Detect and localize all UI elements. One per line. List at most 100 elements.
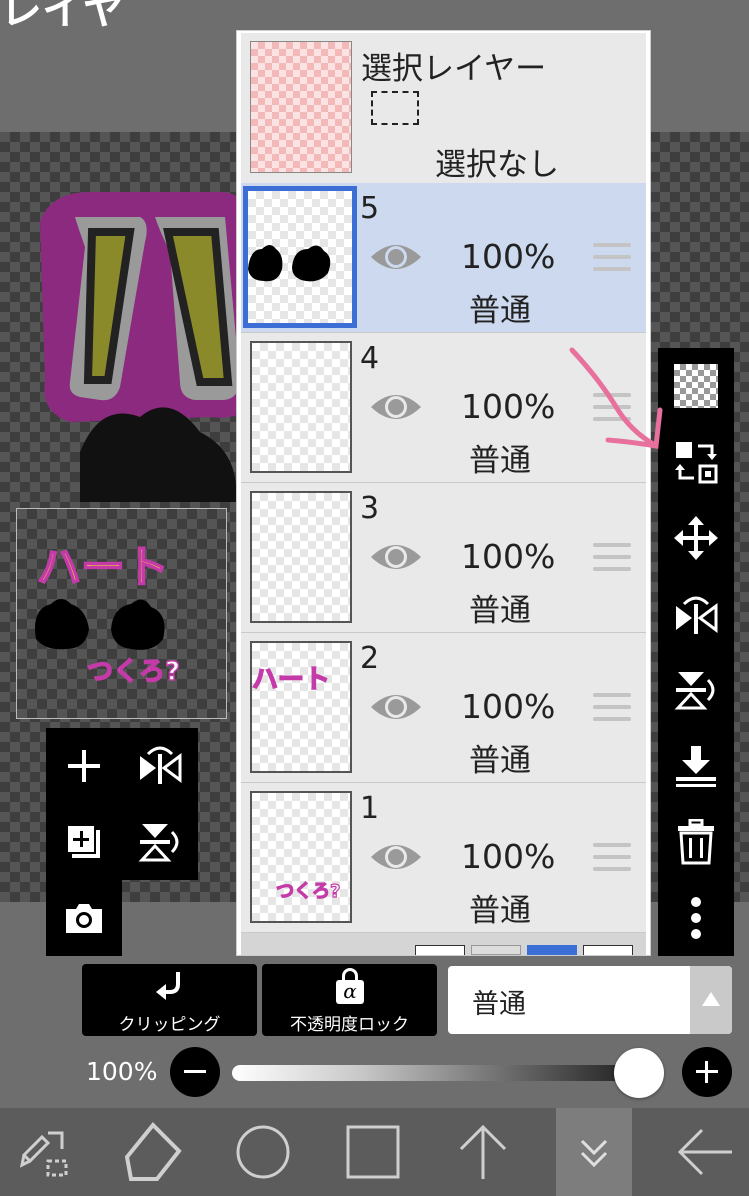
layer-number: 4 xyxy=(360,341,380,376)
layer-thumbnail xyxy=(250,491,352,623)
collapse-panel-button[interactable] xyxy=(556,1108,632,1196)
layer-blend-mode: 普通 xyxy=(469,743,531,779)
canvas-preview[interactable]: ハート つくろ? xyxy=(16,508,227,719)
clipping-arrow-icon xyxy=(156,972,180,1000)
panel-thumb-strip xyxy=(527,945,577,955)
alpha-symbol: α xyxy=(343,979,357,1003)
layer-number: 3 xyxy=(360,491,380,526)
drag-handle-icon[interactable] xyxy=(593,543,631,573)
alpha-lock-label: 不透明度ロック xyxy=(290,1015,409,1035)
layer-blend-mode: 普通 xyxy=(469,893,531,929)
merge-down-button[interactable] xyxy=(658,728,734,804)
add-layer-button[interactable] xyxy=(46,728,122,804)
flip-vertical-icon xyxy=(138,824,179,862)
annotation-arrow xyxy=(569,347,663,449)
drag-handle-icon[interactable] xyxy=(593,243,631,273)
drag-handle-icon[interactable] xyxy=(593,843,631,873)
layer-thumb-text: ハート xyxy=(252,664,331,696)
lasso-icon xyxy=(124,1122,182,1181)
panel-thumb-strip xyxy=(471,945,521,955)
lock-icon: α xyxy=(336,968,364,1004)
opacity-slider-thumb[interactable] xyxy=(614,1048,664,1098)
back-button[interactable] xyxy=(660,1108,749,1196)
blend-mode-value: 普通 xyxy=(472,989,526,1020)
visibility-eye-icon[interactable] xyxy=(369,539,423,575)
trash-icon xyxy=(678,819,714,865)
layer-thumb-hands xyxy=(248,245,331,282)
layer-row-5[interactable]: 5 100% 普通 xyxy=(241,183,646,333)
visibility-eye-icon[interactable] xyxy=(369,239,423,275)
layer-thumbnail: ハート xyxy=(250,641,352,773)
clipping-button[interactable]: クリッピング xyxy=(82,964,257,1036)
lasso-tool-button[interactable] xyxy=(108,1108,198,1196)
layer-opacity: 100% xyxy=(461,237,556,276)
flip-vertical-button-left[interactable] xyxy=(122,804,198,880)
alpha-lock-button[interactable]: α 不透明度ロック xyxy=(262,964,437,1036)
layer-row-2[interactable]: ハート 2 100% 普通 xyxy=(241,633,646,783)
flip-horizontal-icon xyxy=(676,596,718,634)
layer-thumbnail xyxy=(243,186,357,328)
header-title: レイヤ xyxy=(0,0,125,34)
delete-layer-button[interactable] xyxy=(658,804,734,880)
layer-thumbnail: つくろ? xyxy=(250,791,352,923)
move-button[interactable] xyxy=(658,500,734,576)
visibility-eye-icon[interactable] xyxy=(369,389,423,425)
selection-marquee-icon xyxy=(371,91,419,125)
selection-layer-thumbnail xyxy=(250,41,352,173)
pen-select-icon xyxy=(19,1131,68,1177)
copy-layer-icon xyxy=(66,824,100,858)
layer-number: 2 xyxy=(360,641,380,676)
rectangle-tool-button[interactable] xyxy=(328,1108,418,1196)
layer-opacity: 100% xyxy=(461,387,556,426)
layer-opacity: 100% xyxy=(461,687,556,726)
opacity-label: 100% xyxy=(86,1057,158,1086)
selection-layer-status: 選択なし xyxy=(435,147,559,183)
selection-layer-row[interactable]: 選択レイヤー 選択なし xyxy=(241,33,646,184)
copy-layer-button[interactable] xyxy=(46,804,122,880)
preview-title-text: ハート xyxy=(36,541,170,594)
opacity-slider-track[interactable] xyxy=(232,1065,660,1081)
layer-thumb-text: つくろ? xyxy=(275,880,341,902)
flip-horizontal-button[interactable] xyxy=(658,576,734,652)
opacity-increase-button[interactable] xyxy=(682,1047,732,1097)
more-options-button[interactable] xyxy=(658,880,734,956)
blend-mode-dropdown-button[interactable] xyxy=(690,966,732,1034)
clipping-label: クリッピング xyxy=(118,1015,221,1035)
preview-hands-image xyxy=(35,599,165,650)
chevron-down-icon xyxy=(580,1139,608,1168)
drag-handle-icon[interactable] xyxy=(593,693,631,723)
blend-mode-select[interactable]: 普通 xyxy=(448,966,732,1034)
flip-vertical-button[interactable] xyxy=(658,652,734,728)
layer-blend-mode: 普通 xyxy=(469,293,531,329)
panel-thumb-strip xyxy=(583,945,633,955)
arrow-up-icon xyxy=(459,1124,507,1179)
arrow-up-button[interactable] xyxy=(438,1108,528,1196)
flip-horizontal-button-left[interactable] xyxy=(122,728,198,804)
opacity-decrease-button[interactable] xyxy=(170,1047,220,1097)
flip-vertical-icon xyxy=(674,672,715,710)
layer-number: 5 xyxy=(360,191,380,226)
visibility-eye-icon[interactable] xyxy=(369,689,423,725)
layer-thumbnail xyxy=(250,341,352,473)
rectangle-icon xyxy=(346,1125,400,1179)
visibility-eye-icon[interactable] xyxy=(369,839,423,875)
layer-blend-mode: 普通 xyxy=(469,593,531,629)
selection-layer-title: 選択レイヤー xyxy=(361,51,547,87)
camera-button[interactable] xyxy=(46,880,122,956)
layer-blend-mode: 普通 xyxy=(469,443,531,479)
layer-number: 1 xyxy=(360,791,380,826)
ellipse-tool-button[interactable] xyxy=(218,1108,308,1196)
layer-row-3[interactable]: 3 100% 普通 xyxy=(241,483,646,633)
layer-panel-footer xyxy=(241,933,646,955)
panel-thumb-strip xyxy=(415,945,465,955)
layer-row-1[interactable]: つくろ? 1 100% 普通 xyxy=(241,783,646,933)
minus-icon xyxy=(184,1070,206,1073)
pen-select-tool-button[interactable] xyxy=(0,1108,90,1196)
preview-sub-text: つくろ? xyxy=(86,656,181,688)
arrow-left-icon xyxy=(677,1128,732,1176)
triangle-up-icon xyxy=(702,992,720,1006)
more-icon xyxy=(691,897,701,939)
layer-opacity: 100% xyxy=(461,537,556,576)
move-icon xyxy=(674,516,718,560)
layer-opacity: 100% xyxy=(461,837,556,876)
